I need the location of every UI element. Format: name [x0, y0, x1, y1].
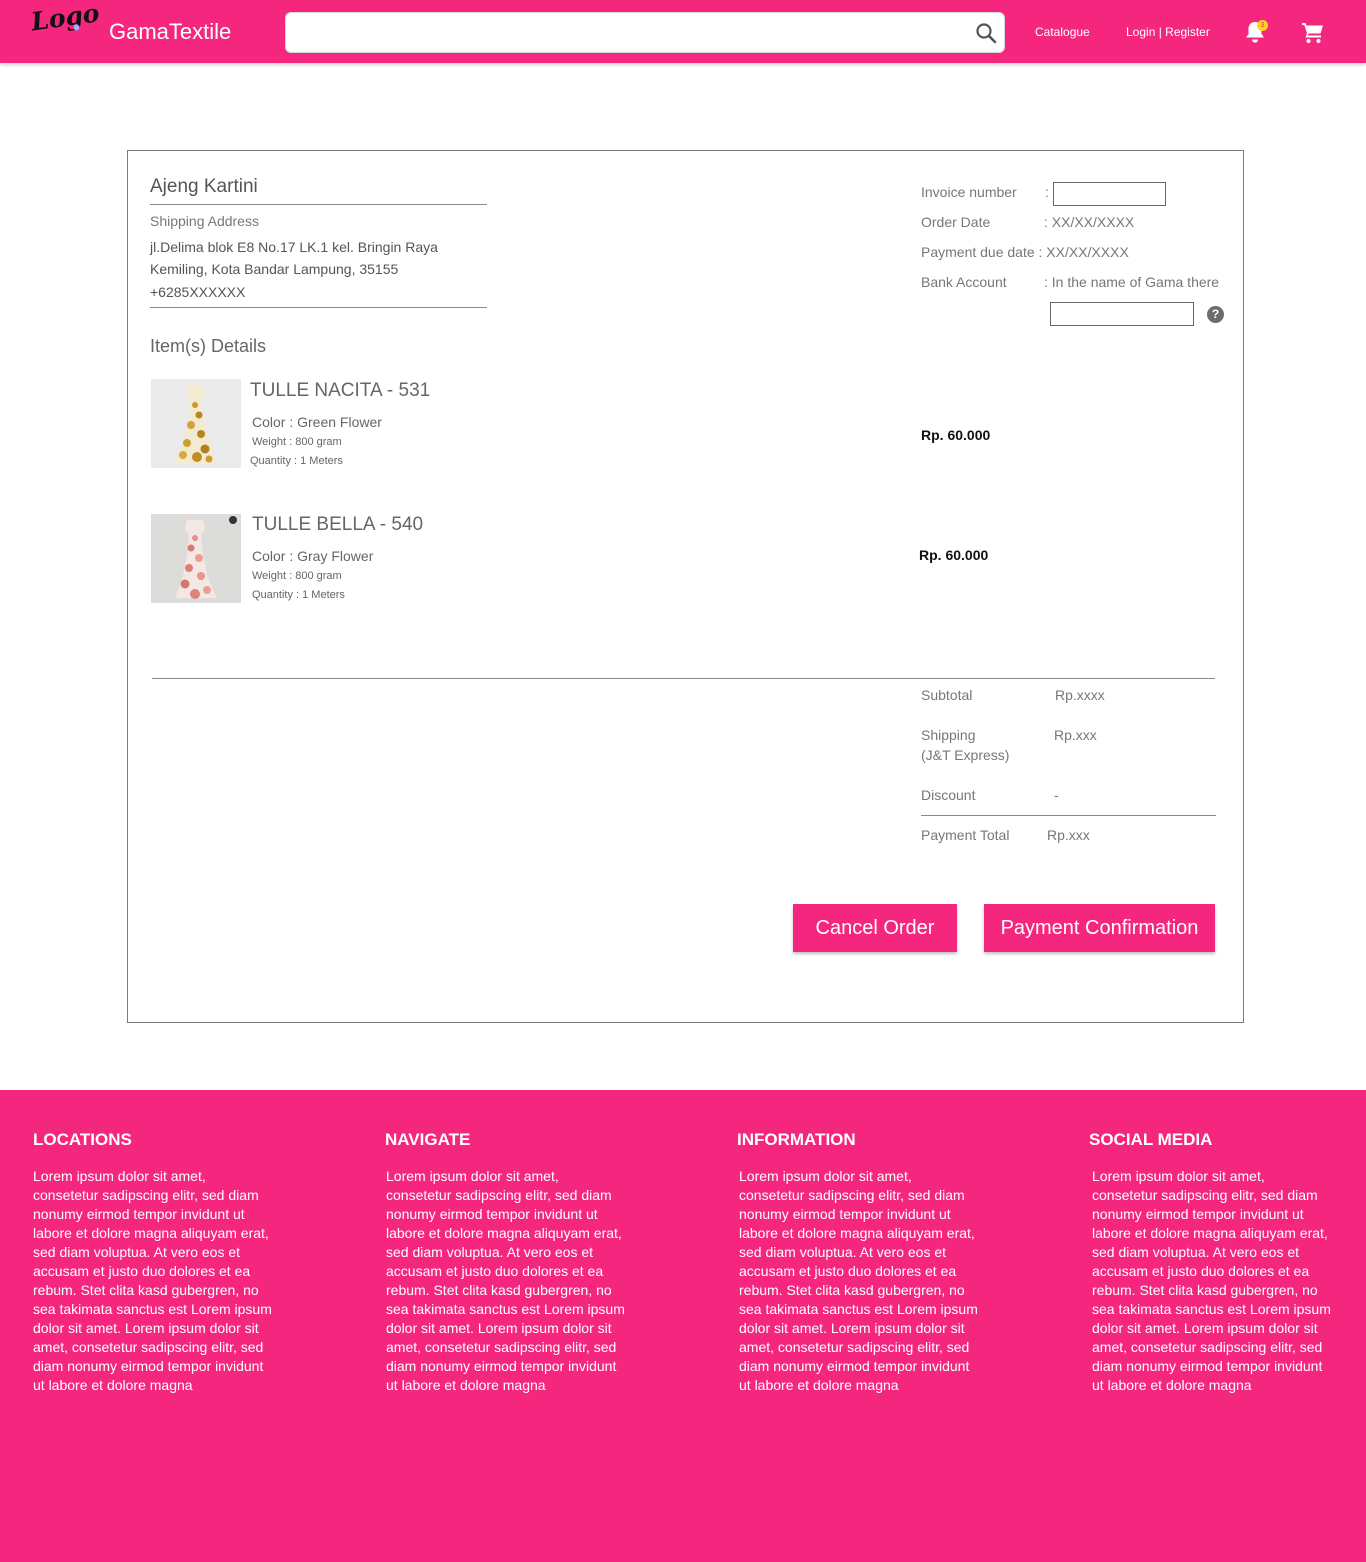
item-quantity: Quantity : 1 Meters — [252, 589, 345, 601]
item-color: Color : Green Flower — [252, 414, 382, 430]
items-details-title: Item(s) Details — [150, 336, 267, 356]
address-line-1: jl.Delima blok E8 No.17 LK.1 kel. Bringi… — [150, 239, 438, 255]
subtotal-label: Subtotal — [921, 687, 973, 703]
item-weight: Weight : 800 gram — [252, 436, 342, 448]
product-image[interactable] — [151, 379, 241, 468]
payment-total-label: Payment Total — [921, 827, 1010, 843]
phone-number: +6285XXXXXX — [150, 284, 246, 300]
search-icon[interactable] — [974, 21, 998, 45]
cart-icon[interactable] — [1301, 21, 1325, 45]
logo-text: Logo — [29, 0, 102, 37]
bank-account-label: Bank Account — [921, 274, 1007, 290]
help-icon[interactable]: ? — [1207, 306, 1224, 323]
bank-account-field[interactable] — [1050, 302, 1194, 326]
shipping-value: Rp.xxx — [1054, 727, 1097, 743]
shipping-carrier: (J&T Express) — [921, 747, 1010, 763]
order-date-value: : XX/XX/XXXX — [1044, 214, 1135, 230]
payment-due-date: Payment due date : XX/XX/XXXX — [921, 244, 1129, 260]
payment-confirmation-button[interactable]: Payment Confirmation — [984, 904, 1215, 952]
item-name: TULLE NACITA - 531 — [250, 380, 431, 401]
discount-value: - — [1054, 787, 1059, 803]
invoice-number-label: Invoice number — [921, 184, 1017, 200]
item-color: Color : Gray Flower — [252, 548, 374, 564]
divider — [150, 204, 487, 205]
item-name: TULLE BELLA - 540 — [252, 514, 424, 535]
footer-title: SOCIAL MEDIA — [1089, 1130, 1213, 1149]
items-divider — [152, 678, 1215, 679]
item-price: Rp. 60.000 — [919, 547, 989, 563]
item-price: Rp. 60.000 — [921, 427, 991, 443]
login-register-link[interactable]: Login | Register — [1126, 25, 1210, 39]
footer-title: LOCATIONS — [33, 1130, 132, 1149]
address-line-2: Kemiling, Kota Bandar Lampung, 35155 — [150, 261, 399, 277]
payment-total-value: Rp.xxx — [1047, 827, 1090, 843]
customer-name: Ajeng Kartini — [150, 176, 258, 197]
top-navbar: Logo GamaTextile Catalogue Login | Regis… — [0, 0, 1366, 63]
footer-text: Lorem ipsum dolor sit amet, consetetur s… — [739, 1168, 978, 1393]
footer-text: Lorem ipsum dolor sit amet, consetetur s… — [1092, 1168, 1331, 1393]
footer-text: Lorem ipsum dolor sit amet, consetetur s… — [386, 1168, 625, 1393]
shipping-address-label: Shipping Address — [150, 213, 259, 229]
catalogue-link[interactable]: Catalogue — [1035, 25, 1090, 39]
product-image[interactable] — [151, 514, 241, 603]
footer-text: Lorem ipsum dolor sit amet, consetetur s… — [33, 1168, 272, 1393]
footer-title: INFORMATION — [737, 1130, 856, 1149]
shipping-label: Shipping — [921, 727, 976, 743]
notification-badge: 3 — [1257, 20, 1268, 31]
footer-title: NAVIGATE — [385, 1130, 471, 1149]
item-quantity: Quantity : 1 Meters — [250, 455, 343, 467]
subtotal-value: Rp.xxxx — [1055, 687, 1105, 703]
invoice-card: Ajeng Kartini Shipping Address jl.Delima… — [127, 150, 1244, 1023]
bank-account-value: : In the name of Gama there — [1044, 274, 1220, 290]
search-bar — [285, 12, 1005, 53]
order-date-label: Order Date — [921, 214, 991, 230]
invoice-number-colon: : — [1045, 184, 1049, 200]
search-input[interactable] — [296, 19, 956, 46]
total-divider — [921, 815, 1216, 816]
invoice-number-field[interactable] — [1053, 182, 1166, 206]
footer: LOCATIONS Lorem ipsum dolor sit amet, co… — [0, 1090, 1366, 1562]
cancel-order-button[interactable]: Cancel Order — [793, 904, 957, 952]
brand-name[interactable]: GamaTextile — [109, 19, 231, 45]
notification-button[interactable]: 3 — [1244, 20, 1268, 44]
discount-label: Discount — [921, 787, 976, 803]
item-weight: Weight : 800 gram — [252, 570, 342, 582]
divider — [150, 307, 487, 308]
logo-icon[interactable]: Logo — [29, 0, 101, 61]
